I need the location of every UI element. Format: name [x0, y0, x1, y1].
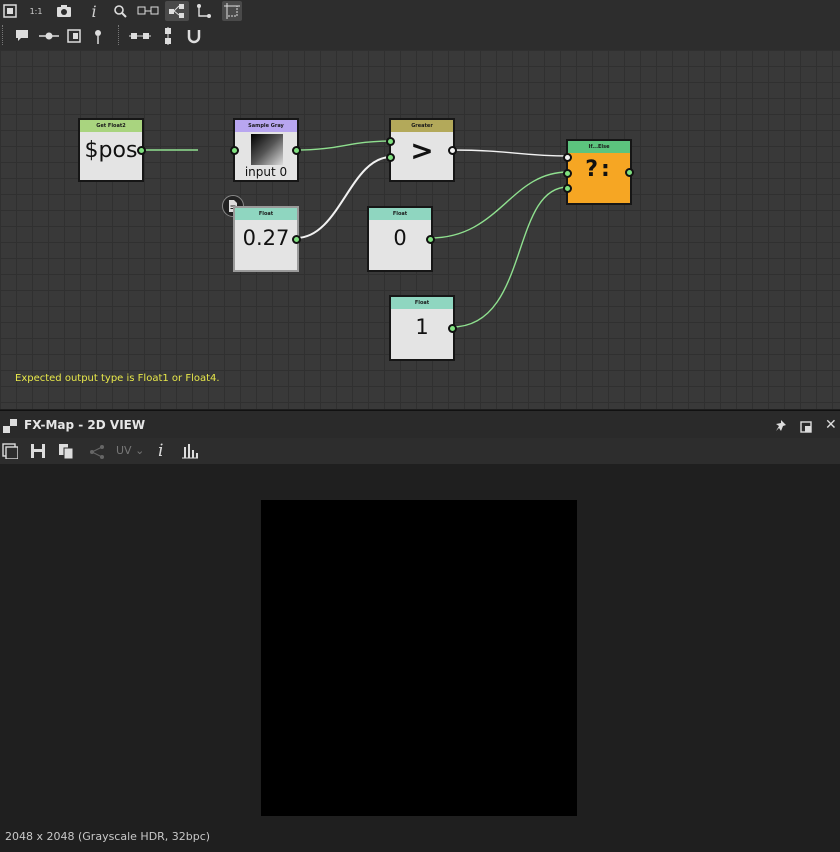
uv-label: UV — [116, 444, 132, 457]
output-port[interactable] — [448, 146, 457, 155]
grid-snap-icon[interactable] — [222, 1, 242, 21]
node-value: ?: — [585, 157, 613, 182]
toolbar-grip[interactable] — [2, 25, 6, 45]
layout-tree-icon[interactable] — [165, 1, 189, 21]
graph-toolbar-top: 1:1 i — [0, 0, 840, 22]
node-value: > — [410, 134, 434, 167]
output-port[interactable] — [448, 324, 457, 333]
texture-preview[interactable] — [261, 500, 577, 816]
node-value: 0.27 — [242, 226, 290, 250]
dot-node-icon[interactable] — [88, 26, 108, 46]
view-panel-title: FX-Map - 2D VIEW — [24, 418, 146, 432]
node-title: Float — [391, 297, 453, 309]
texture-info: 2048 x 2048 (Grayscale HDR, 32bpc) — [5, 830, 211, 843]
toolbar-grip[interactable] — [118, 25, 122, 45]
maximize-icon[interactable] — [800, 418, 812, 437]
info-icon[interactable]: i — [158, 441, 163, 461]
connector-icon[interactable] — [194, 1, 214, 21]
output-port[interactable] — [426, 235, 435, 244]
share-icon[interactable] — [89, 444, 105, 463]
wire-greater-to-ifelse — [451, 149, 569, 157]
input-port-a[interactable] — [386, 137, 395, 146]
info-icon[interactable]: i — [84, 1, 104, 21]
save-icon[interactable] — [30, 443, 46, 463]
copy-icon[interactable] — [58, 443, 74, 463]
chevron-down-icon: ⌄ — [135, 444, 145, 457]
node-value: input 0 — [244, 165, 288, 179]
fit-view-icon[interactable] — [0, 1, 20, 21]
node-sample-gray[interactable]: Sample Gray input 0 — [230, 118, 301, 182]
output-port[interactable] — [292, 235, 301, 244]
display-mode-icon[interactable] — [2, 443, 19, 463]
zoom-1-1-icon[interactable]: 1:1 — [26, 1, 46, 21]
view-panel-header: FX-Map - 2D VIEW ✕ — [0, 410, 840, 439]
node-value: 0 — [393, 226, 407, 250]
align-horizontal-icon[interactable] — [128, 26, 152, 46]
node-greater[interactable]: Greater > — [386, 118, 457, 182]
frame-icon[interactable] — [64, 26, 84, 46]
pin-node-icon[interactable] — [38, 26, 60, 46]
output-port[interactable] — [137, 146, 146, 155]
frame-nodes-icon[interactable] — [136, 1, 160, 21]
node-float-0[interactable]: Float 0 — [367, 206, 435, 272]
view-canvas[interactable]: 2048 x 2048 (Grayscale HDR, 32bpc) — [0, 464, 840, 852]
input-port-condition[interactable] — [563, 153, 572, 162]
node-title: Float — [369, 208, 431, 220]
input-thumbnail — [251, 134, 283, 165]
search-icon[interactable] — [110, 1, 130, 21]
pin-icon[interactable] — [774, 418, 788, 437]
node-value: 1 — [415, 315, 429, 339]
uv-dropdown[interactable]: UV ⌄ — [116, 444, 144, 457]
graph-canvas[interactable]: Get Float2 $pos Sample Gray input 0 Grea… — [0, 50, 840, 409]
input-port[interactable] — [230, 146, 239, 155]
magnet-icon[interactable] — [184, 26, 204, 46]
input-port-else[interactable] — [563, 184, 572, 193]
view-toolbar: UV ⌄ i — [0, 438, 840, 464]
input-port-b[interactable] — [386, 153, 395, 162]
node-value: $pos — [84, 138, 138, 163]
camera-icon[interactable] — [54, 1, 74, 21]
checker-icon — [3, 418, 17, 433]
wire-samplegray-to-greater — [295, 140, 392, 151]
output-port[interactable] — [625, 168, 634, 177]
align-vertical-icon[interactable] — [158, 26, 178, 46]
node-float-1[interactable]: Float 1 — [389, 295, 457, 361]
input-port-if[interactable] — [563, 169, 572, 178]
node-title: Greater — [391, 120, 453, 132]
output-port[interactable] — [292, 146, 301, 155]
node-float-027[interactable]: Float 0.27 — [233, 206, 301, 272]
histogram-icon[interactable] — [181, 443, 199, 463]
node-title: If...Else — [568, 141, 630, 153]
output-type-warning: Expected output type is Float1 or Float4… — [15, 373, 220, 384]
wire-float1-to-ifelse — [451, 186, 569, 328]
node-get-float2[interactable]: Get Float2 $pos — [78, 118, 146, 182]
graph-toolbar-bottom — [0, 22, 840, 51]
close-icon[interactable]: ✕ — [825, 417, 837, 433]
node-title: Float — [235, 208, 297, 220]
comment-icon[interactable] — [12, 26, 32, 46]
node-title: Sample Gray — [235, 120, 297, 132]
node-title: Get Float2 — [80, 120, 142, 132]
node-if-else[interactable]: If...Else ?: — [563, 139, 634, 205]
